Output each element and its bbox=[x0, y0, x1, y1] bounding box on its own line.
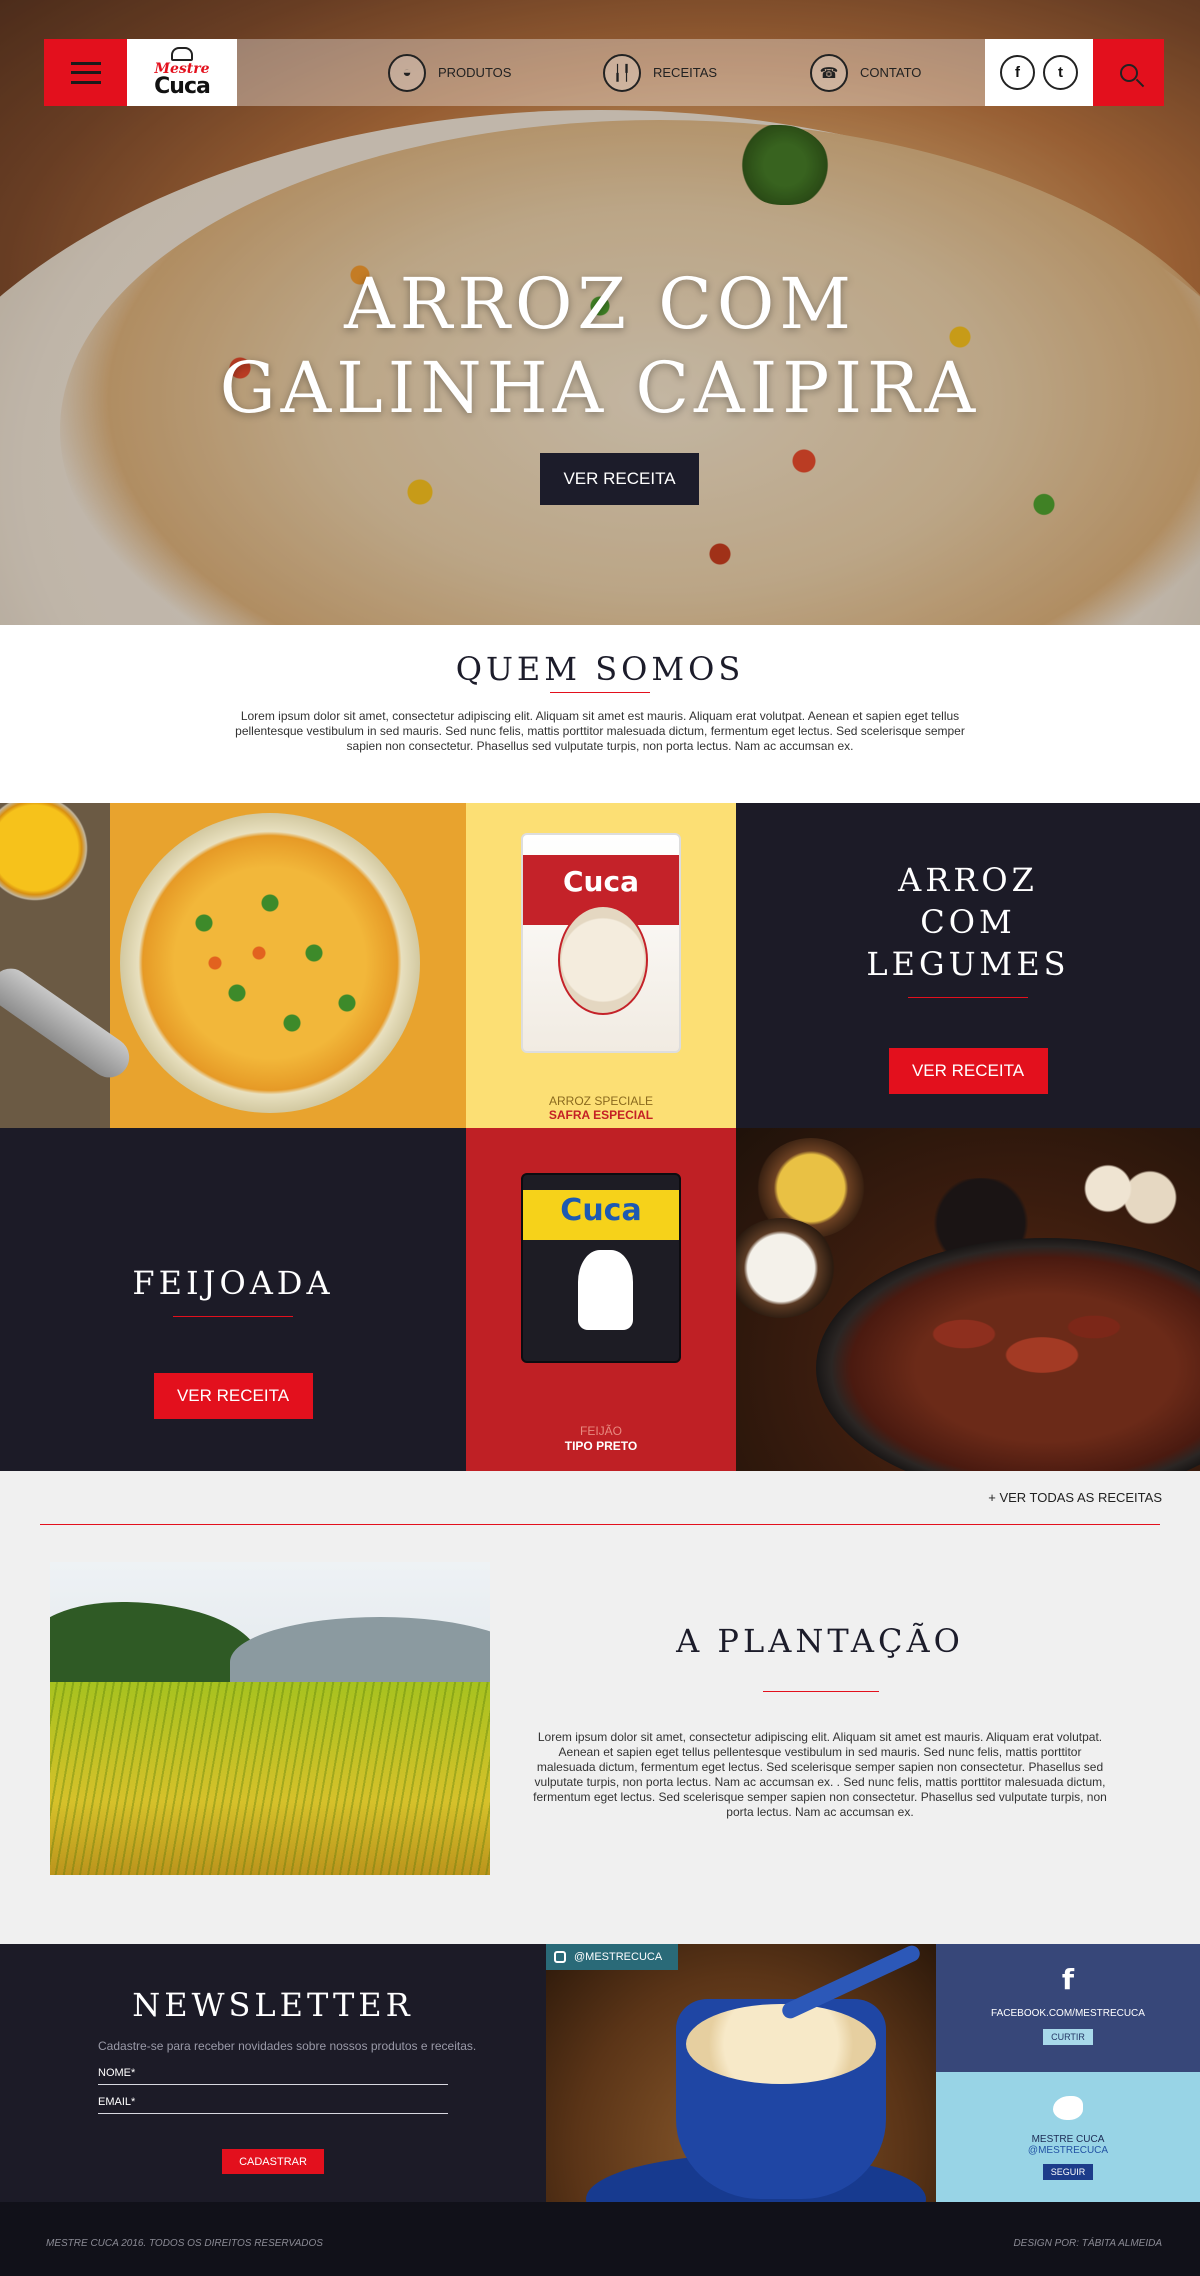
product-card-bean[interactable]: Cuca FEIJÃO TIPO PRETO bbox=[466, 1128, 736, 1471]
instagram-tag[interactable]: @MESTRECUCA bbox=[546, 1944, 679, 1970]
instagram-post[interactable]: @MESTRECUCA bbox=[546, 1944, 936, 2202]
rice-legumes-image bbox=[0, 803, 466, 1128]
name-field[interactable]: NOME* bbox=[98, 2067, 448, 2085]
newsletter-title: NEWSLETTER bbox=[132, 1986, 414, 2024]
product-name: ARROZ SPECIALE bbox=[548, 1094, 654, 1108]
chef-mascot bbox=[578, 1250, 633, 1330]
rice-package-image: Cuca bbox=[521, 833, 681, 1053]
nav-label: PRODUTOS bbox=[438, 65, 512, 80]
product-card-rice[interactable]: Cuca ARROZ SPECIALE SAFRA ESPECIAL bbox=[466, 803, 736, 1128]
twitter-box: MESTRE CUCA @MESTRECUCA SEGUIR bbox=[936, 2072, 1200, 2202]
like-button[interactable]: CURTIR bbox=[1043, 2029, 1093, 2045]
nav-label: CONTATO bbox=[860, 65, 922, 80]
copyright-text: MESTRE CUCA 2016. TODOS OS DIREITOS RESE… bbox=[46, 2238, 323, 2249]
nav-item-produtos[interactable]: ◒ PRODUTOS bbox=[388, 53, 512, 92]
main-nav: Mestre Cuca ◒ PRODUTOS ╽╿ RECEITAS ☎ CON… bbox=[44, 39, 1164, 106]
facebook-url[interactable]: FACEBOOK.COM/MESTRECUCA bbox=[936, 2008, 1200, 2019]
package-brand: Cuca bbox=[563, 865, 639, 898]
subscribe-button[interactable]: CADASTRAR bbox=[222, 2149, 324, 2174]
menu-button[interactable] bbox=[44, 39, 127, 106]
plantation-title: A PLANTAÇÃO bbox=[676, 1622, 964, 1660]
product-name: FEIJÃO bbox=[579, 1424, 622, 1438]
logo[interactable]: Mestre Cuca bbox=[127, 39, 237, 106]
chef-hat-icon bbox=[171, 47, 193, 61]
hero-title-line2: GALINHA CAIPIRA bbox=[219, 347, 981, 429]
package-brand: Cuca bbox=[560, 1193, 642, 1228]
search-button[interactable] bbox=[1093, 39, 1164, 106]
twitter-handle[interactable]: @MESTRECUCA bbox=[936, 2145, 1200, 2156]
logo-text-bottom: Cuca bbox=[154, 74, 211, 99]
legumes-recipe-button[interactable]: VER RECEITA bbox=[888, 1048, 1048, 1094]
design-credit: DESIGN POR: TÁBITA ALMEIDA bbox=[1013, 2238, 1162, 2249]
twitter-name: MESTRE CUCA bbox=[1031, 2134, 1105, 2145]
feijoada-recipe-button[interactable]: VER RECEITA bbox=[153, 1373, 313, 1419]
nav-links: ◒ PRODUTOS ╽╿ RECEITAS ☎ CONTATO bbox=[237, 39, 1029, 106]
divider bbox=[908, 997, 1028, 998]
follow-button[interactable]: SEGUIR bbox=[1042, 2164, 1094, 2180]
divider bbox=[173, 1316, 293, 1317]
juice-glass bbox=[0, 803, 90, 903]
search-icon bbox=[1119, 63, 1138, 82]
nav-item-receitas[interactable]: ╽╿ RECEITAS bbox=[603, 53, 718, 92]
recipe-title: FEIJOADA bbox=[132, 1264, 334, 1302]
email-field[interactable]: EMAIL* bbox=[98, 2096, 448, 2114]
footer: MESTRE CUCA 2016. TODOS OS DIREITOS RESE… bbox=[0, 2202, 1200, 2276]
hero-title-line1: ARROZ COM bbox=[344, 263, 856, 345]
twitter-icon[interactable]: t bbox=[1043, 55, 1078, 90]
phone-icon: ☎ bbox=[810, 53, 848, 92]
divider bbox=[40, 1524, 1160, 1525]
recipe-card-feijoada: FEIJOADA VER RECEITA bbox=[0, 1128, 466, 1471]
about-title: QUEM SOMOS bbox=[455, 650, 745, 688]
recipe-title: ARROZ COM LEGUMES bbox=[866, 861, 1070, 983]
plate-icon: ◒ bbox=[388, 53, 426, 92]
product-subtitle: TIPO PRETO bbox=[564, 1439, 638, 1453]
twitter-icon bbox=[1053, 2096, 1083, 2120]
newsletter-section: NEWSLETTER Cadastre-se para receber novi… bbox=[0, 1944, 546, 2202]
facebook-box: f FACEBOOK.COM/MESTRECUCA CURTIR bbox=[936, 1944, 1200, 2072]
hero-recipe-button[interactable]: VER RECEITA bbox=[540, 453, 699, 505]
nav-item-contato[interactable]: ☎ CONTATO bbox=[810, 53, 922, 92]
cutlery-icon: ╽╿ bbox=[603, 53, 641, 92]
product-subtitle: SAFRA ESPECIAL bbox=[548, 1108, 654, 1122]
about-section: QUEM SOMOS Lorem ipsum dolor sit amet, c… bbox=[0, 625, 1200, 803]
social-links: f t bbox=[985, 39, 1093, 106]
nav-label: RECEITAS bbox=[653, 65, 718, 80]
feijoada-image bbox=[736, 1128, 1200, 1471]
recipe-card-legumes: ARROZ COM LEGUMES VER RECEITA bbox=[736, 803, 1200, 1128]
divider bbox=[763, 1691, 879, 1692]
hero-title: ARROZ COM GALINHA CAIPIRA bbox=[0, 262, 1200, 430]
bean-package-image: Cuca bbox=[521, 1173, 681, 1363]
divider bbox=[550, 692, 650, 693]
all-recipes-link[interactable]: + VER TODAS AS RECEITAS bbox=[988, 1490, 1162, 1505]
newsletter-subtitle: Cadastre-se para receber novidades sobre… bbox=[98, 2039, 477, 2053]
facebook-icon: f bbox=[1061, 1963, 1075, 1996]
hero-banner: Mestre Cuca ◒ PRODUTOS ╽╿ RECEITAS ☎ CON… bbox=[0, 0, 1200, 625]
about-text: Lorem ipsum dolor sit amet, consectetur … bbox=[235, 709, 965, 753]
instagram-icon bbox=[554, 1951, 566, 1963]
recipes-grid: Cuca ARROZ SPECIALE SAFRA ESPECIAL ARROZ… bbox=[0, 803, 1200, 1471]
plantation-text: Lorem ipsum dolor sit amet, consectetur … bbox=[533, 1730, 1107, 1819]
hamburger-icon bbox=[70, 61, 101, 84]
rice-field-image bbox=[50, 1562, 490, 1875]
instagram-handle: @MESTRECUCA bbox=[574, 1951, 663, 1963]
facebook-icon[interactable]: f bbox=[1000, 55, 1035, 90]
